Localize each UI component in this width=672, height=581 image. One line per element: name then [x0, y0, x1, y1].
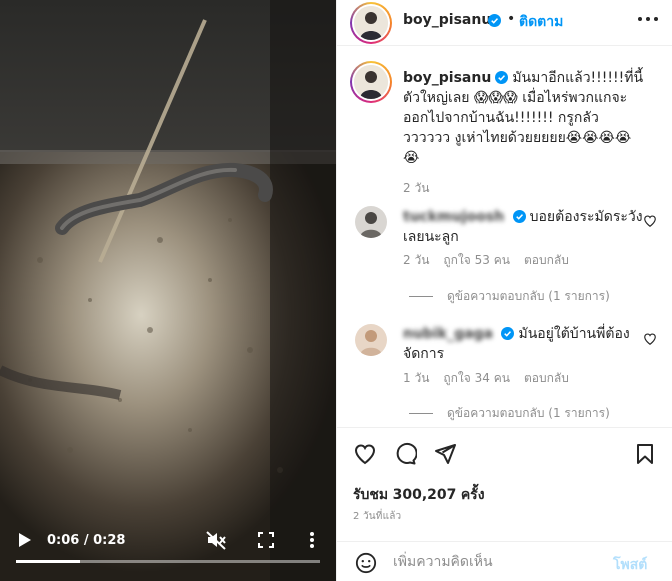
view-replies-button[interactable]: ดูข้อความตอบกลับ (1 รายการ) [409, 404, 610, 423]
like-comment-heart-icon[interactable] [643, 332, 657, 346]
comment-meta: 2 วัน ถูกใจ 53 คน ตอบกลับ [403, 251, 583, 270]
video-controls: 0:06 / 0:28 [0, 519, 336, 581]
video-progress-bar[interactable] [16, 560, 320, 563]
view-replies-label: ดูข้อความตอบกลับ (1 รายการ) [447, 406, 610, 420]
views-count: รับชม 300,207 ครั้ง [353, 484, 485, 506]
reply-button[interactable]: ตอบกลับ [524, 371, 569, 385]
author-avatar[interactable] [350, 2, 392, 44]
play-icon[interactable] [14, 530, 34, 550]
caption-username[interactable]: boy_pisanu [403, 70, 491, 86]
like-heart-icon[interactable] [353, 442, 377, 466]
views-label: รับชม [353, 487, 389, 503]
reply-line [409, 296, 433, 297]
commenter-avatar[interactable] [355, 206, 387, 238]
fullscreen-icon[interactable] [256, 530, 276, 550]
comment-body: tuckmujoosh บอยต้องระมัดระวังเลยนะลูก [403, 207, 643, 247]
reply-line [409, 413, 433, 414]
reply-button[interactable]: ตอบกลับ [524, 253, 569, 267]
comment-meta: 1 วัน ถูกใจ 34 คน ตอบกลับ [403, 369, 583, 388]
emoji-icon[interactable] [355, 552, 377, 574]
post-button[interactable]: โพสต์ [613, 554, 647, 576]
posted-time: 2 วันที่แล้ว [353, 511, 402, 522]
person-icon [354, 6, 388, 40]
video-progress-fill [16, 560, 80, 563]
commenter-avatar[interactable] [355, 324, 387, 356]
comment-likes[interactable]: ถูกใจ 34 คน [443, 371, 510, 385]
more-options-icon[interactable] [637, 16, 659, 22]
post-header: boy_pisanu • ติดตาม [337, 0, 672, 46]
comment-icon[interactable] [393, 442, 417, 466]
verified-badge-icon [501, 327, 515, 340]
verified-badge-icon [512, 210, 526, 223]
post-actions: รับชม 300,207 ครั้ง 2 วันที่แล้ว [337, 427, 672, 537]
video-time: 0:06 / 0:28 [47, 533, 126, 548]
view-replies-button[interactable]: ดูข้อความตอบกลับ (1 รายการ) [409, 287, 610, 306]
caption-avatar[interactable] [350, 61, 392, 103]
verified-badge-icon [495, 71, 509, 84]
separator-dot: • [507, 11, 516, 27]
comment-likes[interactable]: ถูกใจ 53 คน [443, 253, 510, 267]
bookmark-icon[interactable] [633, 442, 657, 466]
view-replies-label: ดูข้อความตอบกลับ (1 รายการ) [447, 289, 610, 303]
author-username[interactable]: boy_pisanu [403, 12, 491, 28]
like-comment-heart-icon[interactable] [643, 214, 657, 228]
video-player[interactable]: 0:06 / 0:28 [0, 0, 336, 581]
verified-badge-icon [488, 14, 501, 27]
post-caption: boy_pisanu มันมาอีกแล้ว!!!!!!ที่นี้ตัวใหญ… [403, 68, 645, 198]
comment-time: 2 วัน [403, 253, 430, 267]
comment-composer: โพสต์ [337, 541, 672, 581]
comment-input[interactable] [393, 548, 593, 576]
commenter-username[interactable]: nubik_gaga [403, 326, 493, 342]
person-icon [355, 206, 387, 238]
follow-button[interactable]: ติดตาม [519, 11, 563, 33]
share-icon[interactable] [433, 442, 457, 466]
more-vertical-icon[interactable] [302, 530, 322, 550]
video-frame [0, 0, 336, 581]
comment-body: nubik_gaga มันอยู่ใต้บ้านพี่ต้องจัดการ [403, 324, 643, 364]
post-panel: boy_pisanu • ติดตาม boy_pisanu มันมาอีกแล… [336, 0, 672, 581]
views-unit: ครั้ง [460, 487, 485, 503]
caption-time: 2 วัน [403, 181, 430, 195]
commenter-username[interactable]: tuckmujoosh [403, 209, 504, 225]
comment-time: 1 วัน [403, 371, 430, 385]
person-icon [354, 65, 388, 99]
person-icon [355, 324, 387, 356]
mute-icon[interactable] [205, 529, 227, 551]
views-number: 300,207 [392, 487, 457, 503]
